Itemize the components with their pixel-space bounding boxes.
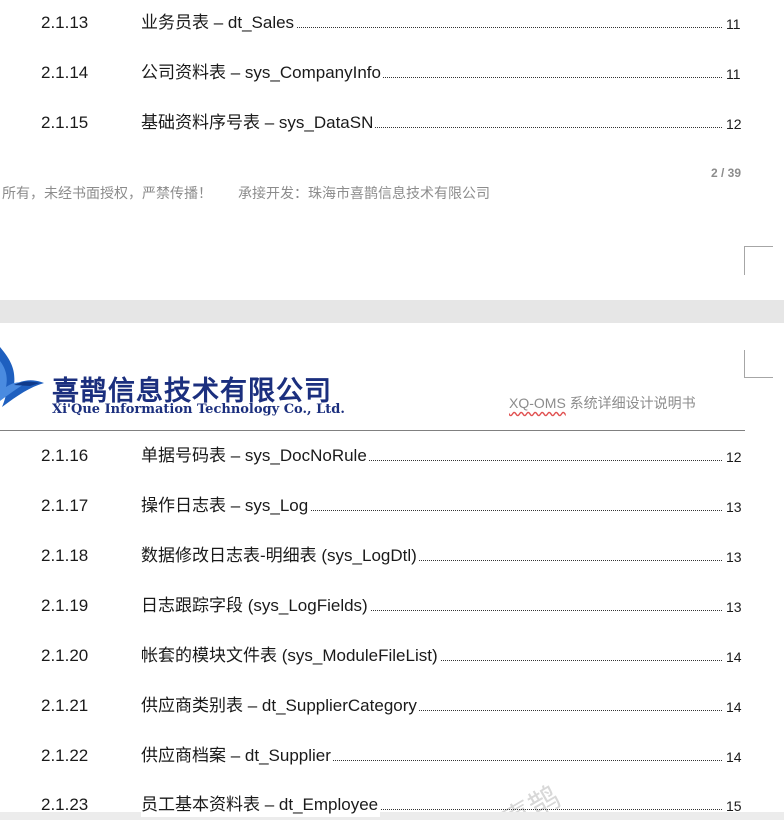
toc-entry-number: 2.1.18 xyxy=(41,546,89,565)
viewer-bottom-strip xyxy=(0,812,784,820)
toc-entry-page: 11 xyxy=(726,16,741,32)
toc-entry-number: 2.1.20 xyxy=(41,646,89,665)
magpie-logo-icon xyxy=(0,347,44,407)
document-header-title: XQ-OMS 系统详细设计说明书 xyxy=(509,393,696,413)
toc-entry-title: 员工基本资料表 – dt_Employee xyxy=(141,793,381,817)
toc-entry[interactable]: 2.1.20 帐套的模块文件表 (sys_ModuleFileList) 14 xyxy=(0,644,784,668)
toc-entry[interactable]: 2.1.13 业务员表 – dt_Sales 11 xyxy=(0,11,784,35)
toc-entry-title: 公司资料表 – sys_CompanyInfo xyxy=(141,61,383,85)
toc-entry-number: 2.1.13 xyxy=(41,13,89,32)
toc-entry-title: 业务员表 – dt_Sales xyxy=(141,11,297,35)
toc-entry-title: 供应商档案 – dt_Supplier xyxy=(141,744,333,768)
toc-entry[interactable]: 2.1.19 日志跟踪字段 (sys_LogFields) 13 xyxy=(0,594,784,618)
toc-entry-title: 基础资料序号表 – sys_DataSN xyxy=(141,111,376,135)
toc-entry-number: 2.1.14 xyxy=(41,63,89,82)
toc-entry-title: 数据修改日志表-明细表 (sys_LogDtl) xyxy=(141,544,419,568)
toc-entry[interactable]: 2.1.18 数据修改日志表-明细表 (sys_LogDtl) 13 xyxy=(0,544,784,568)
toc-entry-number: 2.1.16 xyxy=(41,446,89,465)
company-name-en: Xi'Que Information Technology Co., Ltd. xyxy=(52,402,345,417)
toc-entry-title: 日志跟踪字段 (sys_LogFields) xyxy=(141,594,370,618)
page-count: 2 / 39 xyxy=(711,166,742,180)
header-divider xyxy=(0,430,745,431)
toc-entry-number: 2.1.17 xyxy=(41,496,89,515)
toc-entry-page: 14 xyxy=(726,649,742,665)
toc-entry-title: 供应商类别表 – dt_SupplierCategory xyxy=(141,694,419,718)
toc-entry-number: 2.1.21 xyxy=(41,696,89,715)
toc-entry-title: 单据号码表 – sys_DocNoRule xyxy=(141,444,369,468)
doc-code: XQ-OMS xyxy=(509,395,566,411)
toc-entry-page: 13 xyxy=(726,549,742,565)
page-corner-mark xyxy=(744,350,773,378)
toc-entry-page: 11 xyxy=(726,66,741,82)
toc-entry[interactable]: 2.1.15 基础资料序号表 – sys_DataSN 12 xyxy=(0,111,784,135)
toc-entry-page: 13 xyxy=(726,599,742,615)
document-page-2: 2.1.13 业务员表 – dt_Sales 11 2.1.14 公司资料表 –… xyxy=(0,0,784,300)
toc-entry[interactable]: 2.1.17 操作日志表 – sys_Log 13 xyxy=(0,494,784,518)
page-footer: 所有，未经书面授权，严禁传播！ 承接开发：珠海市喜鹊信息技术有限公司 xyxy=(2,183,490,203)
toc-entry-page: 14 xyxy=(726,749,742,765)
document-page-3: 喜鹊信息技术有限公司 Xi'Que Information Technology… xyxy=(0,323,784,820)
toc-entry-page: 12 xyxy=(726,449,742,465)
toc-entry-number: 2.1.15 xyxy=(41,113,89,132)
toc-entry[interactable]: 2.1.21 供应商类别表 – dt_SupplierCategory 14 xyxy=(0,694,784,718)
toc-entry-page: 14 xyxy=(726,699,742,715)
doc-title: 系统详细设计说明书 xyxy=(565,395,696,411)
footer-copyright: 所有，未经书面授权，严禁传播！ xyxy=(2,185,212,201)
toc-entry[interactable]: 2.1.14 公司资料表 – sys_CompanyInfo 11 xyxy=(0,61,784,85)
toc-entry-title: 操作日志表 – sys_Log xyxy=(141,494,311,518)
company-logo: 喜鹊信息技术有限公司 Xi'Que Information Technology… xyxy=(0,339,345,417)
toc-entry-page: 13 xyxy=(726,499,742,515)
toc-entry-page: 12 xyxy=(726,116,742,132)
footer-developer: 承接开发：珠海市喜鹊信息技术有限公司 xyxy=(238,185,490,201)
toc-entry[interactable]: 2.1.16 单据号码表 – sys_DocNoRule 12 xyxy=(0,444,784,468)
toc-entry-number: 2.1.22 xyxy=(41,746,89,765)
toc-entry-title: 帐套的模块文件表 (sys_ModuleFileList) xyxy=(141,644,440,668)
toc-entry[interactable]: 2.1.22 供应商档案 – dt_Supplier 14 xyxy=(0,744,784,768)
toc-entry-number: 2.1.19 xyxy=(41,596,89,615)
page-corner-mark xyxy=(744,246,773,275)
